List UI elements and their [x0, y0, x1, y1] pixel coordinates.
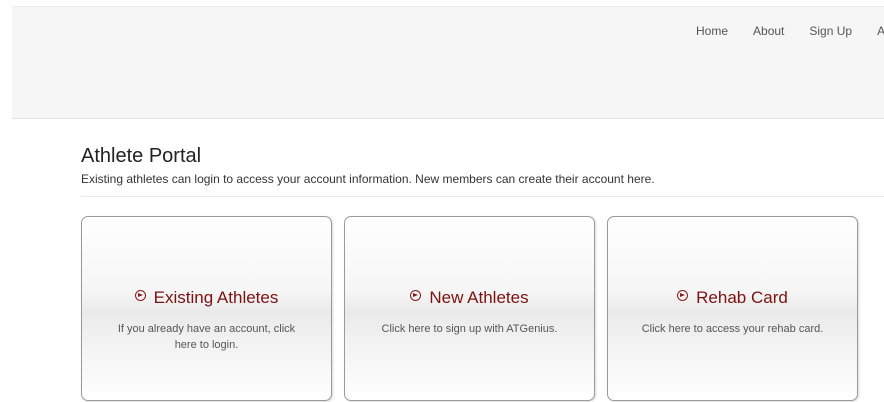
new-athletes-label: New Athletes: [429, 288, 529, 307]
new-athletes-description: Click here to sign up with ATGenius.: [381, 323, 558, 335]
rehab-card-label: Rehab Card: [696, 288, 788, 307]
nav-truncated-link[interactable]: A: [877, 24, 884, 38]
rehab-card-description: Click here to access your rehab card.: [641, 323, 824, 335]
top-nav: Home About Sign Up A: [696, 24, 884, 38]
new-athletes-title: New Athletes: [345, 287, 594, 309]
nav-signup-link[interactable]: Sign Up: [809, 24, 852, 38]
rehab-card-card[interactable]: Rehab Card Click here to access your reh…: [607, 216, 858, 401]
nav-home-link[interactable]: Home: [696, 24, 728, 38]
nav-about-link[interactable]: About: [753, 24, 784, 38]
existing-athletes-card[interactable]: Existing Athletes If you already have an…: [81, 216, 332, 401]
page-subtitle: Existing athletes can login to access yo…: [81, 172, 655, 186]
rehab-card-title: Rehab Card: [608, 287, 857, 309]
circle-arrow-right-icon: [677, 290, 689, 301]
new-athletes-card[interactable]: New Athletes Click here to sign up with …: [344, 216, 595, 401]
site-header: Home About Sign Up A: [12, 6, 884, 119]
page-title: Athlete Portal: [81, 145, 202, 167]
section-divider: [81, 196, 884, 197]
existing-athletes-label: Existing Athletes: [153, 288, 279, 307]
circle-arrow-right-icon: [410, 290, 422, 301]
existing-athletes-title: Existing Athletes: [82, 287, 331, 309]
circle-arrow-right-icon: [134, 290, 146, 301]
page: Home About Sign Up A Athlete Portal Exis…: [0, 0, 884, 402]
existing-athletes-description: If you already have an account, click he…: [117, 323, 296, 351]
